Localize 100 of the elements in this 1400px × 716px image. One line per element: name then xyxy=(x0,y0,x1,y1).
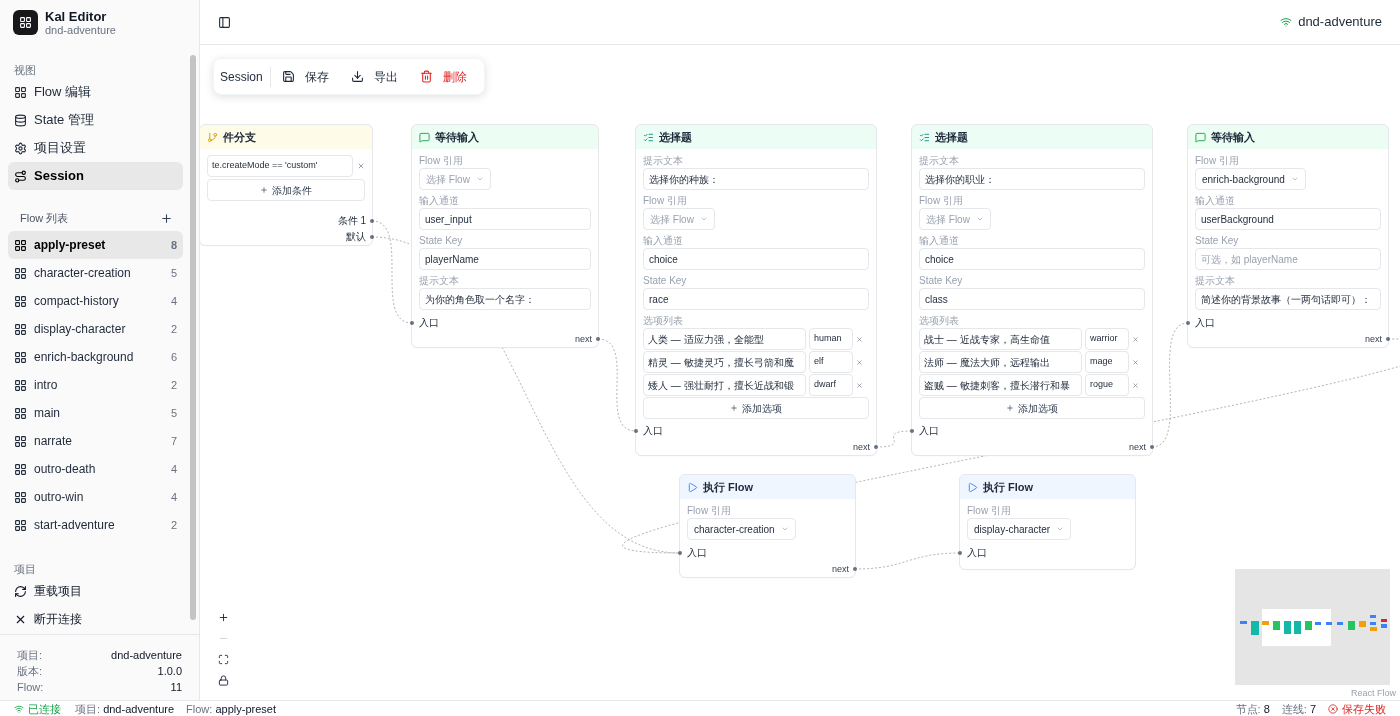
option-label-field[interactable]: 人类 — 适应力强，全能型 xyxy=(643,328,806,350)
input-handle[interactable] xyxy=(910,429,914,433)
flow-list-item[interactable]: main 5 xyxy=(8,399,183,427)
grid-icon xyxy=(14,434,27,448)
remove-icon[interactable] xyxy=(1132,358,1139,366)
input-handle[interactable] xyxy=(634,429,638,433)
output-handle[interactable] xyxy=(370,219,374,223)
text-input-field[interactable]: race xyxy=(643,288,869,310)
option-label-field[interactable]: 战士 — 近战专家，高生命值 xyxy=(919,328,1082,350)
port-label: next xyxy=(853,441,870,454)
text-input-field[interactable]: 为你的角色取一个名字： xyxy=(419,288,591,310)
flow-node[interactable]: 选择题 提示文本 选择你的种族： Flow 引用 选择 Flow 输入通道 choice State Key race 选项列表 人类 — 适应力强，全能型 human 精灵 — 敏捷灵巧，擅长弓箭和魔 elf 矮人 — 强壮耐打，擅长近战和锻 dwarf 添加选项 入口 next xyxy=(636,125,876,455)
option-value-field[interactable]: elf xyxy=(809,351,853,373)
flow-list-item[interactable]: compact-history 4 xyxy=(8,287,183,315)
text-input-field[interactable]: class xyxy=(919,288,1145,310)
option-value-field[interactable]: warrior xyxy=(1085,328,1129,350)
flow-node[interactable]: 等待输入 Flow 引用 enrich-background 输入通道 userBackground State Key 可选，如 playerName 提示文本 简述你的背景故事（一两句话即可）： 入口 next xyxy=(1188,125,1388,347)
field-label: Flow 引用 xyxy=(687,505,732,517)
field-label: 选项列表 xyxy=(643,315,684,327)
grid-icon xyxy=(14,518,27,532)
flow-list-item[interactable]: display-character 2 xyxy=(8,315,183,343)
info-value: 1.0.0 xyxy=(157,663,182,679)
input-handle[interactable] xyxy=(410,321,414,325)
output-handle[interactable] xyxy=(370,235,374,239)
flow-list-item[interactable]: outro-win 4 xyxy=(8,483,183,511)
text-input-field[interactable]: 选择你的职业： xyxy=(919,168,1145,190)
option-value-field[interactable]: dwarf xyxy=(809,374,853,396)
nav-item[interactable]: Flow 编辑 xyxy=(8,78,183,106)
option-label-field[interactable]: 精灵 — 敏捷灵巧，擅长弓箭和魔 xyxy=(643,351,806,373)
option-label-field[interactable]: 盗贼 — 敏捷刺客，擅长潜行和暴 xyxy=(919,374,1082,396)
output-handle[interactable] xyxy=(853,567,857,571)
chevron-down-icon xyxy=(475,175,484,183)
add-option-button[interactable]: 添加选项 xyxy=(919,397,1145,419)
flow-select[interactable]: enrich-background xyxy=(1195,168,1306,190)
field-label: Flow 引用 xyxy=(419,155,464,167)
condition-input-field[interactable]: te.createMode == 'custom' xyxy=(207,155,353,177)
project-action[interactable]: 断开连接 xyxy=(8,605,183,633)
output-handle[interactable] xyxy=(1386,337,1390,341)
remove-icon[interactable] xyxy=(856,381,863,389)
flow-list-item[interactable]: enrich-background 6 xyxy=(8,343,183,371)
flow-list-item[interactable]: outro-death 4 xyxy=(8,455,183,483)
toolbar-button[interactable]: 导出 xyxy=(339,62,409,91)
input-handle[interactable] xyxy=(678,551,682,555)
chevron-down-icon xyxy=(1056,525,1065,533)
input-handle[interactable] xyxy=(958,551,962,555)
output-handle[interactable] xyxy=(874,445,878,449)
add-option-button[interactable]: 添加选项 xyxy=(643,397,869,419)
plus-icon xyxy=(260,186,268,194)
output-handle[interactable] xyxy=(1150,445,1154,449)
flow-list-item[interactable]: apply-preset 8 xyxy=(8,231,183,259)
flow-node[interactable]: 执行 Flow Flow 引用 character-creation 入口 next xyxy=(680,475,855,577)
remove-icon[interactable] xyxy=(357,162,365,170)
option-value-field[interactable]: rogue xyxy=(1085,374,1129,396)
input-handle[interactable] xyxy=(1186,321,1190,325)
text-input-field[interactable]: playerName xyxy=(419,248,591,270)
toolbar-button[interactable]: 保存 xyxy=(270,62,340,91)
node-title: 等待输入 xyxy=(1211,129,1255,145)
flow-list-item[interactable]: narrate 7 xyxy=(8,427,183,455)
status-count: 连线: 7 xyxy=(1281,701,1316,716)
option-label-field[interactable]: 矮人 — 强壮耐打，擅长近战和锻 xyxy=(643,374,806,396)
project-action[interactable]: 重载项目 xyxy=(8,577,183,605)
flow-list-item[interactable]: intro 2 xyxy=(8,371,183,399)
nav-item[interactable]: 项目设置 xyxy=(8,134,183,162)
info-label: 项目: xyxy=(17,647,43,663)
option-value-field[interactable]: mage xyxy=(1085,351,1129,373)
flow-node[interactable]: 选择题 提示文本 选择你的职业： Flow 引用 选择 Flow 输入通道 choice State Key class 选项列表 战士 — 近战专家，高生命值 warrior 法师 — 魔法大师，远程输出 mage 盗贼 — 敏捷刺客，擅长潜行和暴 rogue 添加选项 入口 next xyxy=(912,125,1152,455)
remove-icon[interactable] xyxy=(856,358,863,366)
grid-icon xyxy=(19,16,32,29)
flow-node[interactable]: 等待输入 Flow 引用 选择 Flow 输入通道 user_input State Key playerName 提示文本 为你的角色取一个名字： 入口 next xyxy=(412,125,598,347)
flow-list-item[interactable]: start-adventure 2 xyxy=(8,511,183,539)
remove-icon[interactable] xyxy=(1132,335,1139,343)
add-flow-icon[interactable] xyxy=(160,212,173,225)
error-icon xyxy=(1328,703,1338,714)
text-input-field[interactable]: 选择你的种族： xyxy=(643,168,869,190)
add-condition-button[interactable]: 添加条件 xyxy=(207,179,365,201)
text-input-field[interactable]: 简述你的背景故事（一两句话即可）： xyxy=(1195,288,1381,310)
text-input-field[interactable]: choice xyxy=(919,248,1145,270)
remove-icon[interactable] xyxy=(856,335,863,343)
section-label: Flow 列表 xyxy=(20,211,69,227)
scrollbar-thumb[interactable] xyxy=(190,55,196,620)
flow-select[interactable]: display-character xyxy=(967,518,1072,540)
info-label: Flow: xyxy=(17,679,44,695)
status-item: 项目: dnd-adventure xyxy=(75,701,175,716)
nav-item[interactable]: State 管理 xyxy=(8,106,183,134)
flow-node[interactable]: 执行 Flow Flow 引用 display-character 入口 xyxy=(960,475,1135,569)
remove-icon[interactable] xyxy=(1132,381,1139,389)
flow-select[interactable]: character-creation xyxy=(687,518,796,540)
flow-node[interactable]: 件分支 te.createMode == 'custom' 添加条件 条件 1 默认 xyxy=(200,125,372,245)
nav-item[interactable]: Session xyxy=(8,162,183,190)
flow-list-item[interactable]: character-creation 5 xyxy=(8,259,183,287)
text-input-field[interactable]: userBackground xyxy=(1195,208,1381,230)
option-label-field[interactable]: 法师 — 魔法大师，远程输出 xyxy=(919,351,1082,373)
output-handle[interactable] xyxy=(596,337,600,341)
port-label: 入口 xyxy=(919,424,939,438)
text-input-field[interactable]: choice xyxy=(643,248,869,270)
option-value-field[interactable]: human xyxy=(809,328,853,350)
toolbar-button[interactable]: 删除 xyxy=(408,62,478,91)
text-input-field[interactable]: user_input xyxy=(419,208,591,230)
minimap[interactable] xyxy=(1235,569,1390,685)
sidebar-toggle-icon[interactable] xyxy=(218,15,231,29)
